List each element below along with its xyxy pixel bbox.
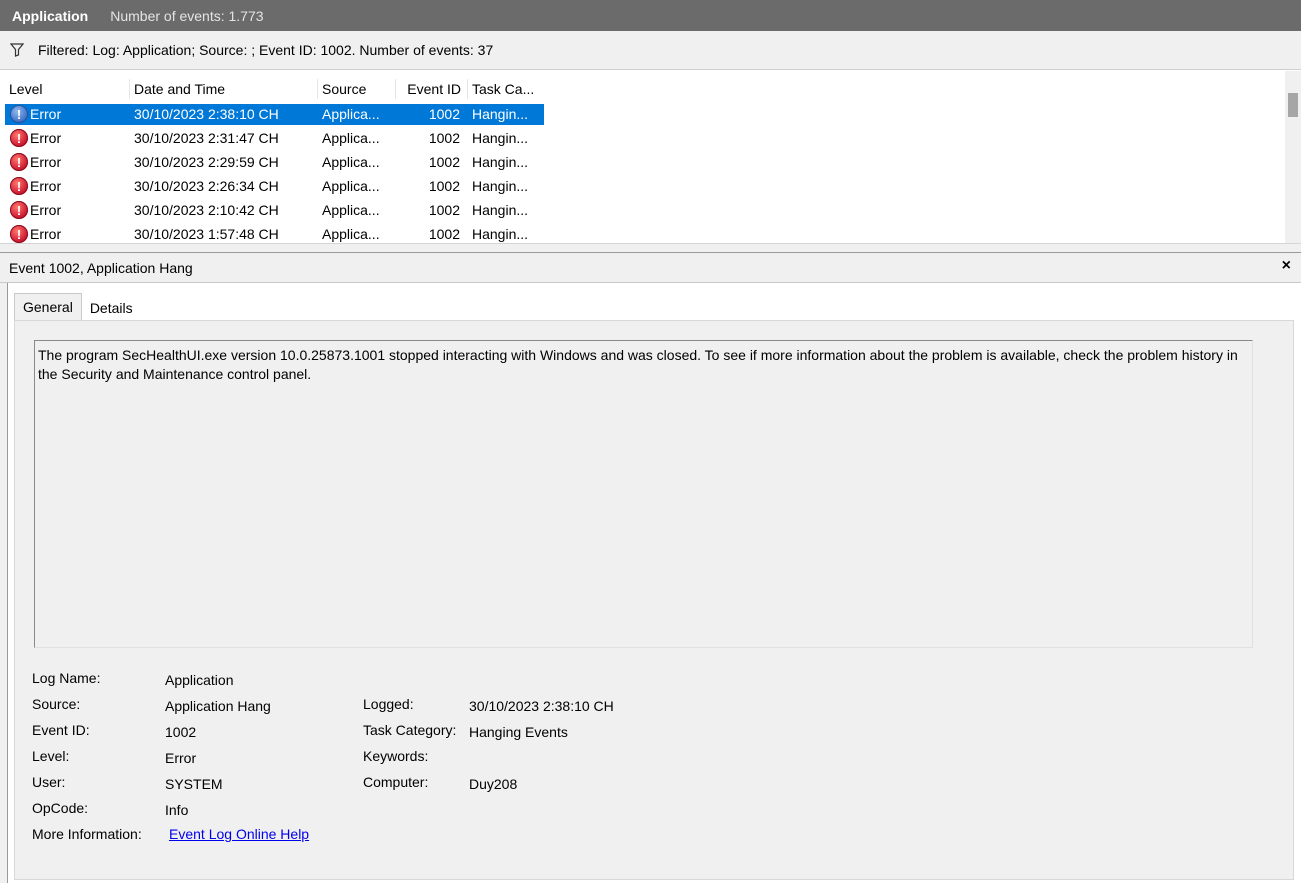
log-name-label: Log Name:: [32, 670, 101, 686]
filter-bar: Filtered: Log: Application; Source: ; Ev…: [0, 31, 1301, 70]
error-icon: !: [10, 153, 28, 171]
row-date: 30/10/2023 2:38:10 CH: [134, 106, 279, 122]
row-task: Hangin...: [472, 226, 529, 242]
detail-header: Event 1002, Application Hang: [0, 253, 1301, 283]
row-source: Applica...: [322, 154, 380, 170]
events-grid[interactable]: Level Date and Time Source Event ID Task…: [5, 71, 1301, 243]
error-icon: !: [10, 105, 28, 123]
task-category-label: Task Category:: [363, 722, 457, 738]
row-event-id: 1002: [428, 130, 460, 146]
row-source: Applica...: [322, 202, 380, 218]
pane-splitter[interactable]: [0, 243, 1301, 253]
level-label: Level:: [32, 748, 70, 764]
computer-label: Computer:: [363, 774, 429, 790]
row-source: Applica...: [322, 178, 380, 194]
row-level: Error: [30, 106, 62, 122]
col-level[interactable]: Level: [5, 79, 130, 99]
event-id-label: Event ID:: [32, 722, 90, 738]
row-level: Error: [30, 130, 62, 146]
source-label: Source:: [32, 696, 81, 712]
row-source: Applica...: [322, 130, 380, 146]
row-task: Hangin...: [472, 106, 529, 122]
row-date: 30/10/2023 2:26:34 CH: [134, 178, 279, 194]
level-value: Error: [165, 750, 197, 766]
row-date: 30/10/2023 2:31:47 CH: [134, 130, 279, 146]
row-event-id: 1002: [428, 178, 460, 194]
table-row[interactable]: ! Error 30/10/2023 2:29:59 CH Applica... …: [5, 150, 544, 174]
row-event-id: 1002: [428, 106, 460, 122]
row-level: Error: [30, 202, 62, 218]
row-date: 30/10/2023 2:10:42 CH: [134, 202, 279, 218]
event-id-value: 1002: [165, 724, 197, 740]
logged-value: 30/10/2023 2:38:10 CH: [469, 698, 614, 714]
row-date: 30/10/2023 2:29:59 CH: [134, 154, 279, 170]
table-row[interactable]: ! Error 30/10/2023 2:26:34 CH Applica... …: [5, 174, 544, 198]
row-level: Error: [30, 154, 62, 170]
event-description[interactable]: The program SecHealthUI.exe version 10.0…: [34, 340, 1253, 648]
error-icon: !: [10, 201, 28, 219]
event-log-help-link[interactable]: Event Log Online Help: [169, 826, 309, 842]
row-event-id: 1002: [428, 202, 460, 218]
row-event-id: 1002: [428, 226, 460, 242]
row-date: 30/10/2023 1:57:48 CH: [134, 226, 279, 242]
row-source: Applica...: [322, 106, 380, 122]
grid-header: Level Date and Time Source Event ID Task…: [5, 79, 544, 99]
opcode-label: OpCode:: [32, 800, 89, 816]
table-row[interactable]: ! Error 30/10/2023 2:38:10 CH Applica... …: [5, 102, 544, 126]
task-category-value: Hanging Events: [469, 724, 568, 740]
tab-general[interactable]: General: [14, 293, 82, 320]
row-task: Hangin...: [472, 202, 529, 218]
detail-title: Event 1002, Application Hang: [9, 259, 193, 276]
event-count: Number of events: 1.773: [110, 7, 264, 24]
log-name: Application: [12, 7, 89, 24]
table-row[interactable]: ! Error 30/10/2023 2:10:42 CH Applica... …: [5, 198, 544, 222]
log-title-bar: Application Number of events: 1.773: [0, 0, 1301, 31]
col-source[interactable]: Source: [318, 79, 396, 99]
close-icon[interactable]: ×: [1282, 257, 1291, 275]
source-value: Application Hang: [165, 698, 271, 714]
scrollbar-thumb[interactable]: [1288, 93, 1298, 117]
detail-tabs: General Details: [14, 293, 141, 320]
col-date-time[interactable]: Date and Time: [130, 79, 318, 99]
error-icon: !: [10, 177, 28, 195]
filter-icon: [10, 43, 24, 57]
row-task: Hangin...: [472, 130, 529, 146]
row-level: Error: [30, 178, 62, 194]
row-event-id: 1002: [428, 154, 460, 170]
error-icon: !: [10, 225, 28, 243]
user-label: User:: [32, 774, 66, 790]
keywords-label: Keywords:: [363, 748, 429, 764]
computer-value: Duy208: [469, 776, 518, 792]
more-info-label: More Information:: [32, 826, 142, 842]
log-name-value: Application: [165, 672, 234, 688]
row-source: Applica...: [322, 226, 380, 242]
filter-text: Filtered: Log: Application; Source: ; Ev…: [38, 42, 494, 58]
tab-details[interactable]: Details: [82, 296, 141, 320]
user-value: SYSTEM: [165, 776, 223, 792]
logged-label: Logged:: [363, 696, 414, 712]
col-task-category[interactable]: Task Ca...: [468, 79, 544, 99]
row-task: Hangin...: [472, 154, 529, 170]
grid-scrollbar[interactable]: [1285, 71, 1301, 243]
table-row[interactable]: ! Error 30/10/2023 2:31:47 CH Applica... …: [5, 126, 544, 150]
row-level: Error: [30, 226, 62, 242]
left-border: [0, 283, 8, 883]
col-event-id[interactable]: Event ID: [396, 79, 468, 99]
error-icon: !: [10, 129, 28, 147]
opcode-value: Info: [165, 802, 189, 818]
row-task: Hangin...: [472, 178, 529, 194]
